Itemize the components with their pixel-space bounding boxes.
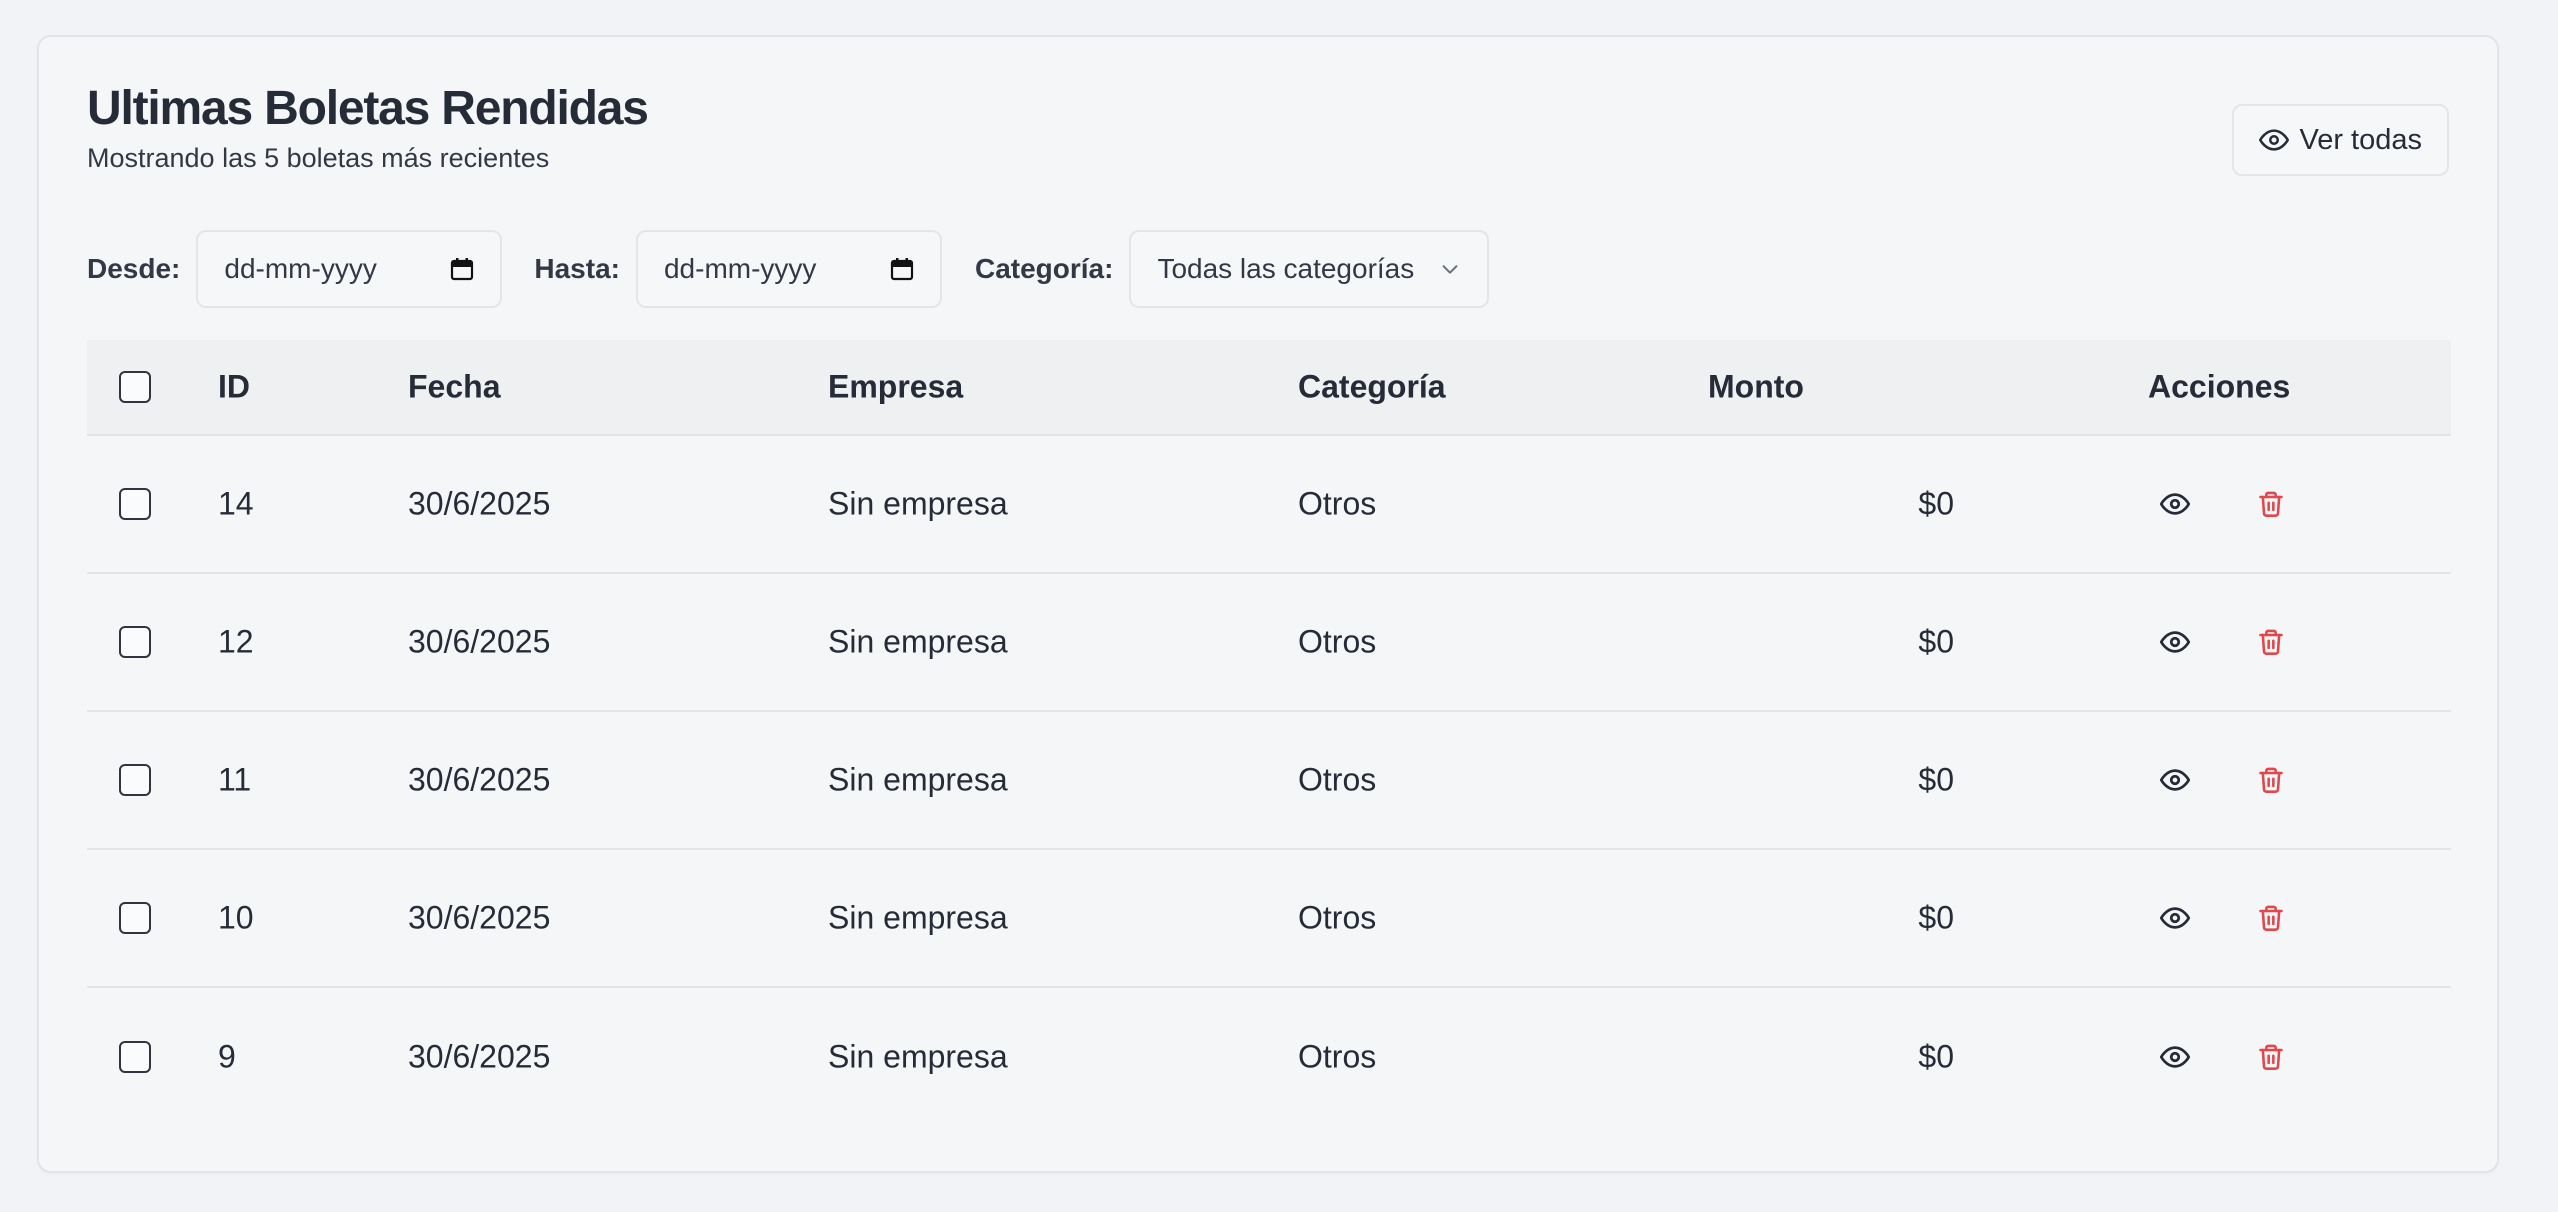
row-categoria: Otros	[1298, 1038, 1377, 1075]
column-header-fecha: Fecha	[408, 368, 501, 405]
select-all-checkbox[interactable]	[119, 371, 151, 403]
eye-icon[interactable]	[2157, 486, 2193, 522]
row-monto: $0	[1918, 623, 1954, 660]
to-label: Hasta:	[534, 253, 620, 284]
category-select[interactable]: Todas las categorías	[1129, 230, 1490, 308]
to-date-value: dd-mm-yyyy	[663, 253, 817, 284]
row-empresa: Sin empresa	[828, 485, 1008, 522]
row-id: 12	[218, 623, 254, 660]
to-date-input[interactable]: dd-mm-yyyy	[635, 230, 942, 308]
view-all-button[interactable]: Ver todas	[2232, 104, 2449, 176]
page-subtitle: Mostrando las 5 boletas más recientes	[87, 143, 550, 173]
row-categoria: Otros	[1298, 485, 1377, 522]
row-fecha: 30/6/2025	[408, 761, 551, 798]
table-row: 11 30/6/2025 Sin empresa Otros $0	[87, 712, 2451, 850]
from-date-value: dd-mm-yyyy	[224, 253, 377, 284]
row-id: 11	[218, 761, 252, 798]
category-label: Categoría:	[974, 253, 1114, 284]
row-checkbox[interactable]	[119, 488, 151, 520]
receipts-table: ID Fecha Empresa Categoría Monto Accione…	[87, 340, 2451, 1126]
eye-icon[interactable]	[2157, 900, 2193, 936]
row-categoria: Otros	[1298, 761, 1377, 798]
row-categoria: Otros	[1298, 899, 1377, 936]
row-monto: $0	[1918, 899, 1954, 936]
trash-icon[interactable]	[2253, 900, 2289, 936]
table-row: 14 30/6/2025 Sin empresa Otros $0	[87, 436, 2451, 574]
row-checkbox[interactable]	[119, 1041, 151, 1073]
eye-icon[interactable]	[2157, 762, 2193, 798]
from-label: Desde:	[87, 253, 181, 284]
row-fecha: 30/6/2025	[408, 1038, 551, 1075]
trash-icon[interactable]	[2253, 1039, 2289, 1075]
table-row: 10 30/6/2025 Sin empresa Otros $0	[87, 850, 2451, 988]
from-date-input[interactable]: dd-mm-yyyy	[196, 230, 503, 308]
row-empresa: Sin empresa	[828, 1038, 1008, 1075]
view-all-label: Ver todas	[2299, 123, 2422, 156]
row-id: 9	[218, 1038, 236, 1075]
row-id: 10	[218, 899, 254, 936]
category-select-value: Todas las categorías	[1157, 253, 1415, 284]
eye-icon[interactable]	[2157, 624, 2193, 660]
eye-icon[interactable]	[2157, 1039, 2193, 1075]
trash-icon[interactable]	[2253, 486, 2289, 522]
trash-icon[interactable]	[2253, 762, 2289, 798]
row-fecha: 30/6/2025	[408, 899, 551, 936]
row-empresa: Sin empresa	[828, 899, 1008, 936]
row-monto: $0	[1918, 761, 1954, 798]
chevron-down-icon	[1439, 258, 1461, 280]
column-header-id: ID	[218, 368, 250, 405]
row-fecha: 30/6/2025	[408, 485, 551, 522]
row-checkbox[interactable]	[119, 902, 151, 934]
calendar-icon[interactable]	[890, 257, 914, 281]
column-header-monto: Monto	[1708, 368, 1804, 405]
filters-bar: Desde: dd-mm-yyyy Hasta: dd-mm-yyyy Cate…	[87, 230, 1490, 308]
row-checkbox[interactable]	[119, 764, 151, 796]
row-checkbox[interactable]	[119, 626, 151, 658]
column-header-empresa: Empresa	[828, 368, 964, 405]
row-id: 14	[218, 485, 254, 522]
recent-receipts-card: Ultimas Boletas Rendidas Mostrando las 5…	[37, 35, 2499, 1173]
row-empresa: Sin empresa	[828, 761, 1008, 798]
row-fecha: 30/6/2025	[408, 623, 551, 660]
row-monto: $0	[1918, 485, 1954, 522]
row-monto: $0	[1918, 1038, 1954, 1075]
row-empresa: Sin empresa	[828, 623, 1008, 660]
table-row: 12 30/6/2025 Sin empresa Otros $0	[87, 574, 2451, 712]
table-header: ID Fecha Empresa Categoría Monto Accione…	[87, 340, 2451, 436]
page-title: Ultimas Boletas Rendidas	[87, 82, 649, 135]
table-row: 9 30/6/2025 Sin empresa Otros $0	[87, 988, 2451, 1126]
eye-icon	[2259, 125, 2290, 155]
trash-icon[interactable]	[2253, 624, 2289, 660]
column-header-categoria: Categoría	[1298, 368, 1446, 405]
column-header-acciones: Acciones	[2148, 368, 2291, 405]
row-categoria: Otros	[1298, 623, 1377, 660]
calendar-icon[interactable]	[450, 257, 474, 281]
